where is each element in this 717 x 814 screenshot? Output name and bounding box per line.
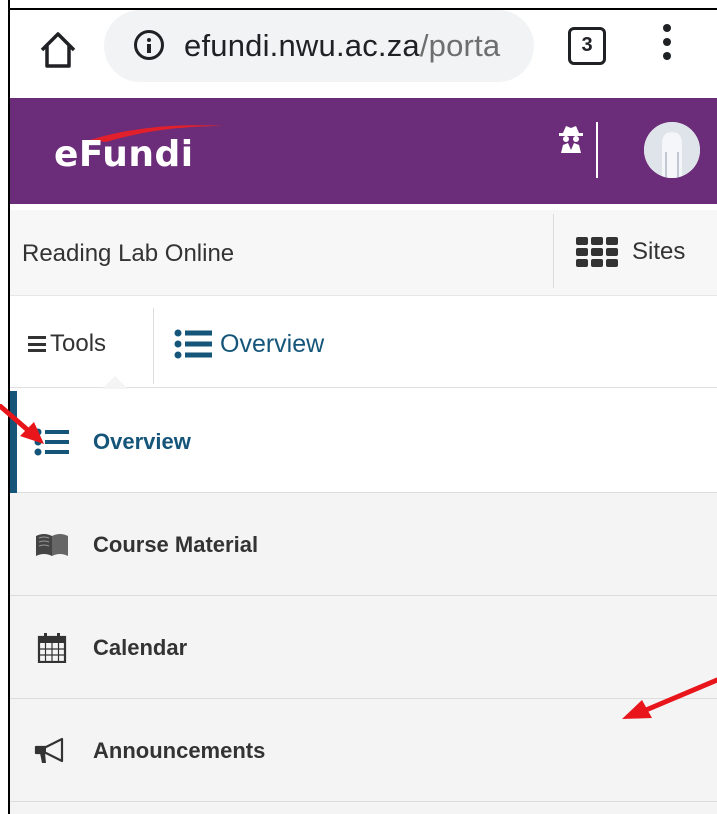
more-menu-icon[interactable] bbox=[662, 24, 672, 68]
tools-label: Tools bbox=[50, 330, 107, 357]
tool-label: Course Material bbox=[93, 532, 259, 557]
home-icon bbox=[40, 32, 76, 68]
site-header: eFundi bbox=[10, 98, 717, 204]
tool-list: Overview Course Material Calendar Announ… bbox=[10, 391, 717, 814]
url-domain: efundi.nwu.ac.za bbox=[184, 28, 420, 63]
url-text[interactable]: efundi.nwu.ac.za/porta bbox=[184, 28, 500, 64]
book-icon bbox=[36, 534, 68, 556]
browser-toolbar: efundi.nwu.ac.za/porta 3 bbox=[10, 10, 717, 98]
annotation-arrow-list bbox=[622, 677, 717, 719]
efundi-logo[interactable]: eFundi bbox=[54, 120, 224, 180]
tools-bar: Tools Overview bbox=[10, 298, 717, 389]
tools-divider bbox=[153, 308, 154, 384]
sites-label: Sites bbox=[632, 238, 686, 265]
hamburger-icon bbox=[28, 336, 46, 352]
logo-text: eFundi bbox=[54, 134, 194, 175]
megaphone-icon bbox=[34, 737, 64, 763]
list-icon bbox=[174, 329, 212, 359]
tool-item-calendar[interactable]: Calendar bbox=[10, 597, 717, 699]
tool-item-course-material[interactable]: Course Material bbox=[10, 494, 717, 596]
incognito-icon[interactable] bbox=[556, 124, 586, 154]
annotation-arrow-overview bbox=[0, 404, 44, 444]
frame-top-border bbox=[8, 8, 717, 10]
address-bar[interactable]: efundi.nwu.ac.za/porta bbox=[104, 10, 534, 82]
header-divider bbox=[596, 122, 598, 178]
tool-label: Calendar bbox=[93, 635, 188, 660]
tool-label: Overview bbox=[93, 429, 191, 454]
url-path: /porta bbox=[419, 28, 501, 63]
info-icon[interactable] bbox=[134, 30, 164, 60]
current-tool-label: Overview bbox=[220, 330, 325, 358]
grid-icon bbox=[576, 237, 618, 267]
tool-item-announcements[interactable]: Announcements bbox=[10, 700, 717, 802]
tab-switcher-button[interactable]: 3 bbox=[568, 27, 606, 65]
user-silhouette-icon bbox=[644, 122, 700, 178]
dropdown-caret bbox=[102, 376, 128, 389]
user-avatar[interactable] bbox=[644, 122, 700, 178]
calendar-icon bbox=[37, 633, 67, 663]
site-title-bar: Reading Lab Online Sites bbox=[10, 210, 717, 296]
site-title[interactable]: Reading Lab Online bbox=[22, 240, 234, 268]
tool-item-overview[interactable]: Overview bbox=[10, 391, 717, 493]
tool-label: Announcements bbox=[93, 738, 266, 763]
sites-divider bbox=[553, 214, 554, 288]
home-button[interactable] bbox=[38, 28, 78, 72]
